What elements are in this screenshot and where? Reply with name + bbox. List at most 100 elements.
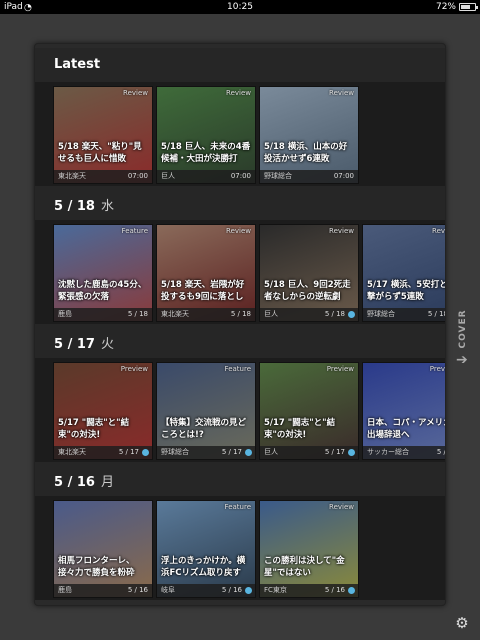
card-headline: 5/18 巨人、未来の4番候補・大田が決勝打: [161, 142, 251, 164]
section-date: 5 / 16: [54, 475, 95, 490]
news-photo: [54, 363, 152, 459]
latest-header: Latest: [35, 48, 445, 82]
section-header: 5 / 18 水: [35, 186, 445, 220]
card-footer: 東北楽天 5 / 18: [157, 308, 255, 321]
card-footer: 岐阜 5 / 16: [157, 584, 255, 597]
card-category: 東北楽天: [161, 310, 189, 318]
card-tag: Feature: [224, 503, 251, 511]
news-photo: [157, 363, 255, 459]
section-weekday: 水: [100, 199, 114, 214]
card-footer: 巨人 5 / 18: [260, 308, 358, 321]
news-photo: [363, 363, 445, 459]
card-tag: Review: [329, 227, 354, 235]
battery-percent: 72%: [435, 2, 456, 12]
card-headline: 5/18 横浜、山本の好投活かせず6連敗: [264, 142, 348, 164]
card-category: 鹿島: [58, 586, 72, 594]
card-footer: 鹿島 5 / 16: [54, 584, 152, 597]
news-card[interactable]: Preview 5/17 "闘志"と"結束"の対決! 東北楽天 5 / 17: [53, 362, 153, 460]
card-date: 5 / 16: [127, 586, 148, 594]
card-category: サッカー総合: [367, 448, 409, 456]
unread-dot-icon: [142, 449, 149, 456]
news-card[interactable]: Review 5/18 横浜、山本の好投活かせず6連敗野球総合 07:00: [259, 86, 359, 184]
news-photo: [157, 87, 255, 183]
card-headline: 【特集】交流戦の見どころとは!?: [161, 418, 247, 440]
news-card[interactable]: Review 5/18 楽天、岩隈が好投するも9回に落とし 東北楽天 5 / 18: [156, 224, 256, 322]
card-tag: Review: [432, 227, 446, 235]
news-card[interactable]: Preview 5/17 "闘志"と"結束"の対決! 巨人 5 / 17: [259, 362, 359, 460]
card-headline: 5/17 "闘志"と"結束"の対決!: [58, 418, 130, 440]
card-date: 5 / 16: [221, 586, 242, 594]
card-tag: Preview: [429, 365, 446, 373]
card-tag: Review: [226, 227, 251, 235]
card-headline: この勝利は決して"金星"ではない: [264, 556, 345, 578]
news-photo: [363, 225, 445, 321]
card-date: 5 / 17: [118, 448, 139, 456]
news-photo: [54, 87, 152, 183]
cover-tab[interactable]: COVER ➔: [455, 309, 471, 370]
news-card[interactable]: Feature 【特集】交流戦の見どころとは!? 野球総合 5 / 17: [156, 362, 256, 460]
section-row: Feature 沈黙した鹿島の45分、緊張感の欠落 鹿島 5 / 18 Review 5/…: [35, 220, 446, 324]
section-weekday: 月: [100, 475, 114, 490]
unread-dot-icon: [348, 311, 355, 318]
card-headline: 浮上のきっかけか。横浜FCリズム取り戻す: [161, 556, 246, 578]
card-tag: Review: [226, 89, 251, 97]
news-photo: [260, 363, 358, 459]
news-card[interactable]: Feature 浮上のきっかけか。横浜FCリズム取り戻す岐阜 5 / 16: [156, 500, 256, 598]
card-date: 5 / 18: [230, 310, 251, 318]
arrow-right-icon: ➔: [456, 352, 468, 368]
news-card[interactable]: Review 5/17 横浜、5安打と線撃がらず5連敗野球総合 5 / 18: [362, 224, 446, 322]
card-date: 5 / 16: [324, 586, 345, 594]
news-panel[interactable]: Latest Review 5/18 楽天、"粘り"見せるも巨人に惜敗 東北楽天 07…: [34, 43, 446, 606]
card-category: 東北楽天: [58, 448, 86, 456]
card-date: 5 / 18: [127, 310, 148, 318]
news-card[interactable]: Review この勝利は決して"金星"ではない FC東京 5 / 16: [259, 500, 359, 598]
card-category: 東北楽天: [58, 172, 86, 180]
card-tag: Review: [123, 89, 148, 97]
card-footer: 鹿島 5 / 18: [54, 308, 152, 321]
card-headline: 沈黙した鹿島の45分、緊張感の欠落: [58, 280, 147, 302]
card-tag: Preview: [326, 365, 354, 373]
news-photo: [157, 501, 255, 597]
latest-row: Review 5/18 楽天、"粘り"見せるも巨人に惜敗 東北楽天 07:00 Revi…: [35, 82, 445, 186]
card-footer: 野球総合 5 / 18: [363, 308, 446, 321]
news-photo: [260, 225, 358, 321]
card-date: 07:00: [333, 172, 354, 180]
card-footer: サッカー総合 5 / 17: [363, 446, 446, 459]
section-weekday: 火: [100, 337, 114, 352]
news-card[interactable]: 相馬フロンターレ、接々力で勝負を粉砕 鹿島 5 / 16: [53, 500, 153, 598]
card-footer: 野球総合 07:00: [260, 170, 358, 183]
card-footer: 巨人 07:00: [157, 170, 255, 183]
news-photo: [157, 225, 255, 321]
card-tag: Preview: [120, 365, 148, 373]
unread-dot-icon: [348, 449, 355, 456]
unread-dot-icon: [348, 587, 355, 594]
news-card[interactable]: Review 5/18 巨人、未来の4番候補・大田が決勝打巨人 07:00: [156, 86, 256, 184]
card-category: 鹿島: [58, 310, 72, 318]
card-date: 5 / 17: [324, 448, 345, 456]
status-bar: iPad ◔ 10:25 72%: [0, 0, 480, 14]
card-category: 野球総合: [367, 310, 395, 318]
news-card[interactable]: Review 5/18 楽天、"粘り"見せるも巨人に惜敗東北楽天 07:00: [53, 86, 153, 184]
gear-icon[interactable]: ⚙: [454, 615, 470, 631]
section-row: 相馬フロンターレ、接々力で勝負を粉砕 鹿島 5 / 16 Feature 浮上のきっかけ…: [35, 496, 445, 600]
cover-label: COVER: [458, 309, 468, 349]
card-category: 野球総合: [161, 448, 189, 456]
news-card[interactable]: Review 5/18 巨人、9回2死走者なしからの逆転劇巨人 5 / 18: [259, 224, 359, 322]
news-photo: [260, 501, 358, 597]
card-headline: 5/17 "闘志"と"結束"の対決!: [264, 418, 336, 440]
card-footer: 東北楽天 5 / 17: [54, 446, 152, 459]
clock: 10:25: [227, 2, 253, 12]
news-card[interactable]: Feature 沈黙した鹿島の45分、緊張感の欠落 鹿島 5 / 18: [53, 224, 153, 322]
card-headline: 5/18 巨人、9回2死走者なしからの逆転劇: [264, 280, 351, 302]
news-photo: [260, 87, 358, 183]
latest-title: Latest: [54, 57, 101, 72]
card-footer: 東北楽天 07:00: [54, 170, 152, 183]
card-category: 岐阜: [161, 586, 175, 594]
card-date: 5 / 17: [436, 448, 446, 456]
card-headline: 日本、コパ・アメリカ出場辞退へ: [367, 418, 446, 440]
card-date: 5 / 18: [427, 310, 446, 318]
section-date: 5 / 17: [54, 337, 95, 352]
card-tag: Review: [329, 89, 354, 97]
news-card[interactable]: Preview 日本、コパ・アメリカ出場辞退へサッカー総合 5 / 17: [362, 362, 446, 460]
card-headline: 5/18 楽天、"粘り"見せるも巨人に惜敗: [58, 142, 142, 164]
